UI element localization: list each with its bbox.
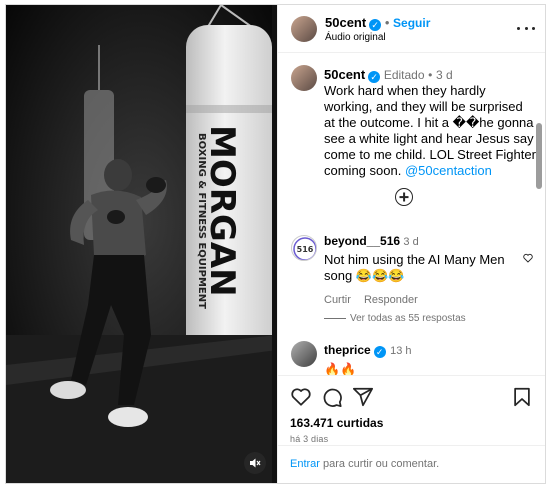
header-separator: • <box>384 15 390 30</box>
heart-icon[interactable] <box>290 386 312 408</box>
post-sidebar: 50cent ✓ • Seguir Áudio original 50cent ✓ … <box>277 5 545 483</box>
edited-label: Editado <box>383 68 425 82</box>
view-replies-button[interactable]: Ver todas as 55 respostas <box>324 313 466 324</box>
verified-badge-icon: ✓ <box>368 71 381 83</box>
comment-item: theprice ✓ 13 h 🔥🔥 <box>324 341 524 375</box>
caption-time[interactable]: 3 d <box>436 68 453 82</box>
bag-sub-text: BOXING & FITNESS EQUIPMENT <box>196 133 207 309</box>
bookmark-icon[interactable] <box>511 386 533 408</box>
commenter-avatar[interactable]: 516 <box>291 235 317 261</box>
video-frame: MORGAN BOXING & FITNESS EQUIPMENT <box>6 5 277 483</box>
login-link[interactable]: Entrar <box>290 458 320 470</box>
comment-username[interactable]: theprice <box>324 343 371 357</box>
verified-badge-icon: ✓ <box>373 346 386 358</box>
comment-text: 🔥🔥 <box>324 362 357 375</box>
post-footer: 163.471 curtidas há 3 dias Entrar para c… <box>278 375 545 483</box>
author-avatar[interactable] <box>291 16 317 42</box>
video-player[interactable]: MORGAN BOXING & FITNESS EQUIPMENT <box>6 5 277 483</box>
comments-list[interactable]: 50cent ✓ Editado • 3 d Work hard when the… <box>278 53 545 375</box>
post-header: 50cent ✓ • Seguir Áudio original <box>278 5 545 53</box>
likes-count[interactable]: 163.471 curtidas <box>290 416 383 430</box>
like-comment-button[interactable]: Curtir <box>324 294 351 306</box>
login-prompt: Entrar para curtir ou comentar. <box>278 445 545 483</box>
comment-time[interactable]: 3 d <box>403 236 418 248</box>
commenter-avatar[interactable] <box>291 341 317 367</box>
post-modal: MORGAN BOXING & FITNESS EQUIPMENT 50cent… <box>5 4 546 484</box>
comment-username[interactable]: beyond__516 <box>324 234 400 248</box>
post-caption: 50cent ✓ Editado • 3 d Work hard when the… <box>324 67 537 179</box>
caption-mention-link[interactable]: @50centaction <box>405 163 492 178</box>
action-bar <box>290 386 533 410</box>
caption-username[interactable]: 50cent <box>324 67 365 82</box>
load-more-comments-button[interactable] <box>395 188 413 206</box>
share-icon[interactable] <box>352 386 374 408</box>
post-date[interactable]: há 3 dias <box>290 434 328 444</box>
login-prompt-text: para curtir ou comentar. <box>319 458 440 470</box>
reply-button[interactable]: Responder <box>364 294 418 306</box>
comment-item: beyond__516 3 d Not him using the AI Man… <box>324 234 524 306</box>
comment-text: Not him using the AI Many Men song 😂😂😂 <box>324 252 505 283</box>
more-options-icon[interactable] <box>517 25 535 31</box>
comment-time[interactable]: 13 h <box>390 345 411 357</box>
verified-badge-icon: ✓ <box>369 19 382 31</box>
speaker-muted-icon <box>250 458 261 468</box>
caption-avatar[interactable] <box>291 65 317 91</box>
heart-outline-icon[interactable] <box>523 253 533 263</box>
bag-brand-text: MORGAN <box>202 125 242 297</box>
view-replies-label: Ver todas as 55 respostas <box>350 313 466 324</box>
svg-text:516: 516 <box>297 245 314 254</box>
mute-button[interactable] <box>244 452 266 474</box>
follow-button[interactable]: Seguir <box>393 16 430 30</box>
author-username[interactable]: 50cent <box>325 15 366 30</box>
comment-icon[interactable] <box>321 386 343 408</box>
avatar-516-icon: 516 <box>293 237 316 260</box>
audio-label[interactable]: Áudio original <box>325 32 386 43</box>
caption-separator: • <box>428 68 433 82</box>
